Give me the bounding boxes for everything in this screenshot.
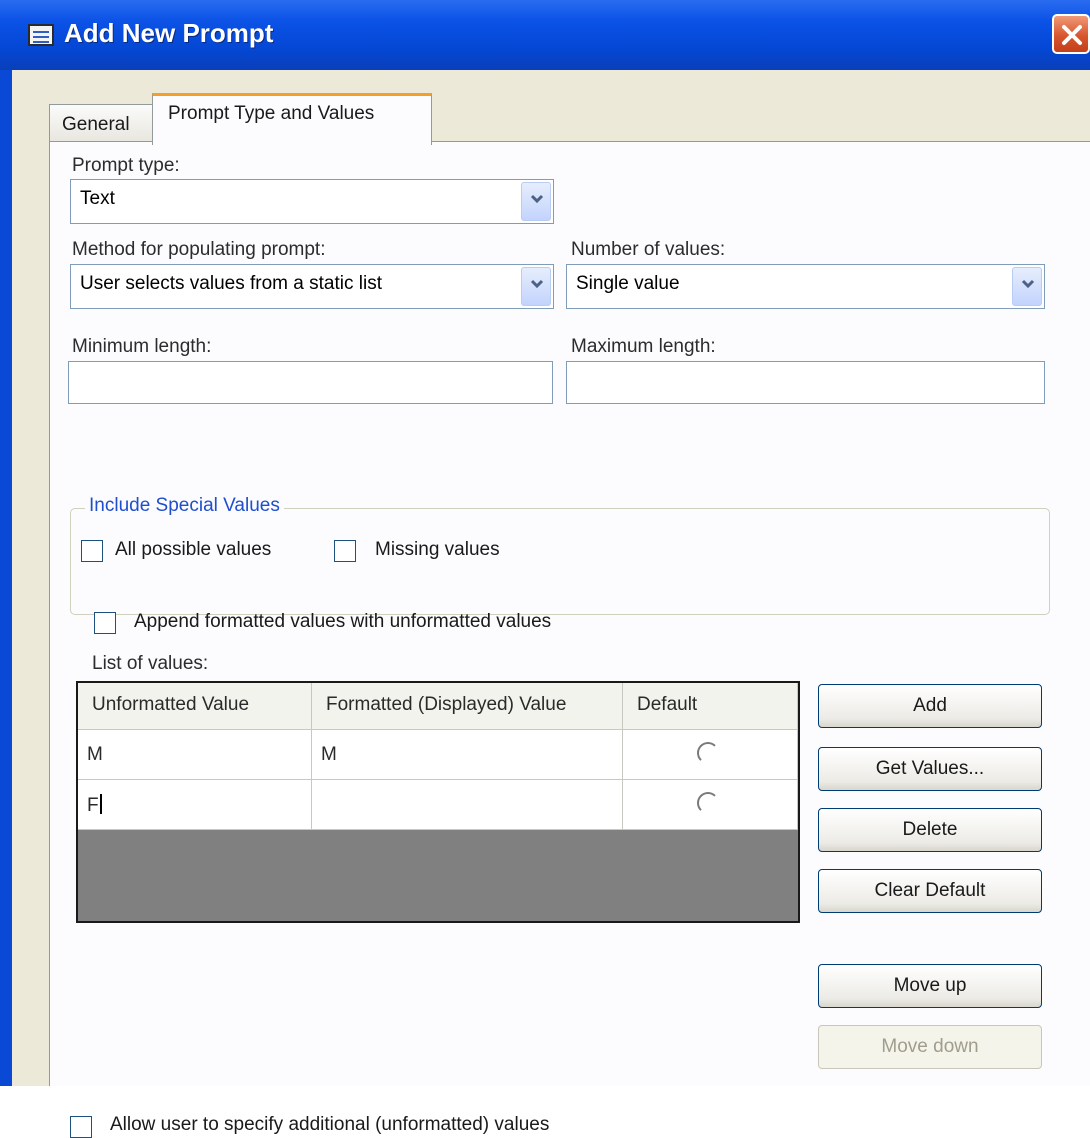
clear-default-button[interactable]: Clear Default <box>818 869 1042 913</box>
all-possible-values-label: All possible values <box>115 539 272 560</box>
all-possible-values-checkbox[interactable] <box>81 540 103 562</box>
missing-values-checkbox[interactable] <box>334 540 356 562</box>
list-of-values-label: List of values: <box>92 653 209 674</box>
prompt-type-select[interactable]: Text <box>70 179 554 224</box>
values-grid[interactable]: Unformatted Value Formatted (Displayed) … <box>76 681 800 923</box>
delete-button[interactable]: Delete <box>818 808 1042 852</box>
allow-additional-values-checkbox[interactable] <box>70 1116 92 1138</box>
chevron-down-icon[interactable] <box>521 267 551 306</box>
tab-panel: Prompt type: Text Method for populating … <box>49 141 1090 1138</box>
add-button[interactable]: Add <box>818 684 1042 728</box>
chevron-down-icon[interactable] <box>1012 267 1042 306</box>
table-cell-default <box>623 730 798 780</box>
get-values-button[interactable]: Get Values... <box>818 747 1042 791</box>
dialog-window: Add New Prompt General Prompt Type and V… <box>0 0 1090 1138</box>
missing-values-label: Missing values <box>375 539 500 560</box>
number-of-values-value: Single value <box>576 273 680 294</box>
default-radio[interactable] <box>697 742 719 764</box>
method-label: Method for populating prompt: <box>72 239 326 260</box>
table-cell-unformatted[interactable]: M <box>78 730 312 780</box>
method-select[interactable]: User selects values from a static list <box>70 264 554 309</box>
number-of-values-label: Number of values: <box>571 239 726 260</box>
column-header-unformatted[interactable]: Unformatted Value <box>78 683 312 730</box>
table-cell-default <box>623 780 798 830</box>
append-formatted-label: Append formatted values with unformatted… <box>134 611 552 632</box>
window-title: Add New Prompt <box>64 18 274 48</box>
close-icon <box>1062 25 1082 45</box>
move-up-button[interactable]: Move up <box>818 964 1042 1008</box>
cell-text: F <box>87 795 99 816</box>
column-header-default[interactable]: Default <box>623 683 798 730</box>
tab-general[interactable]: General <box>49 104 153 142</box>
title-bar[interactable]: Add New Prompt <box>0 0 1090 70</box>
table-cell-formatted[interactable] <box>312 780 623 830</box>
prompt-type-value: Text <box>80 188 115 209</box>
include-special-values-group: Include Special Values All possible valu… <box>70 495 1050 615</box>
group-title: Include Special Values <box>85 495 284 517</box>
maximum-length-input[interactable] <box>566 361 1045 404</box>
allow-additional-values-label: Allow user to specify additional (unform… <box>110 1114 550 1135</box>
text-cursor <box>99 794 102 814</box>
dialog-body: General Prompt Type and Values Prompt ty… <box>12 70 1090 1138</box>
column-header-formatted[interactable]: Formatted (Displayed) Value <box>312 683 623 730</box>
minimum-length-input[interactable] <box>68 361 553 404</box>
append-formatted-checkbox[interactable] <box>94 612 116 634</box>
table-cell-formatted[interactable]: M <box>312 730 623 780</box>
minimum-length-label: Minimum length: <box>72 336 212 357</box>
default-radio[interactable] <box>697 792 719 814</box>
prompt-type-label: Prompt type: <box>72 155 180 176</box>
window-icon <box>28 24 54 46</box>
move-down-button[interactable]: Move down <box>818 1025 1042 1069</box>
method-value: User selects values from a static list <box>80 273 382 294</box>
chevron-down-icon[interactable] <box>521 182 551 221</box>
tab-prompt-type-and-values[interactable]: Prompt Type and Values <box>152 93 432 145</box>
table-cell-unformatted-editing[interactable]: F <box>78 780 312 830</box>
number-of-values-select[interactable]: Single value <box>566 264 1045 309</box>
maximum-length-label: Maximum length: <box>571 336 716 357</box>
close-button[interactable] <box>1052 14 1090 54</box>
